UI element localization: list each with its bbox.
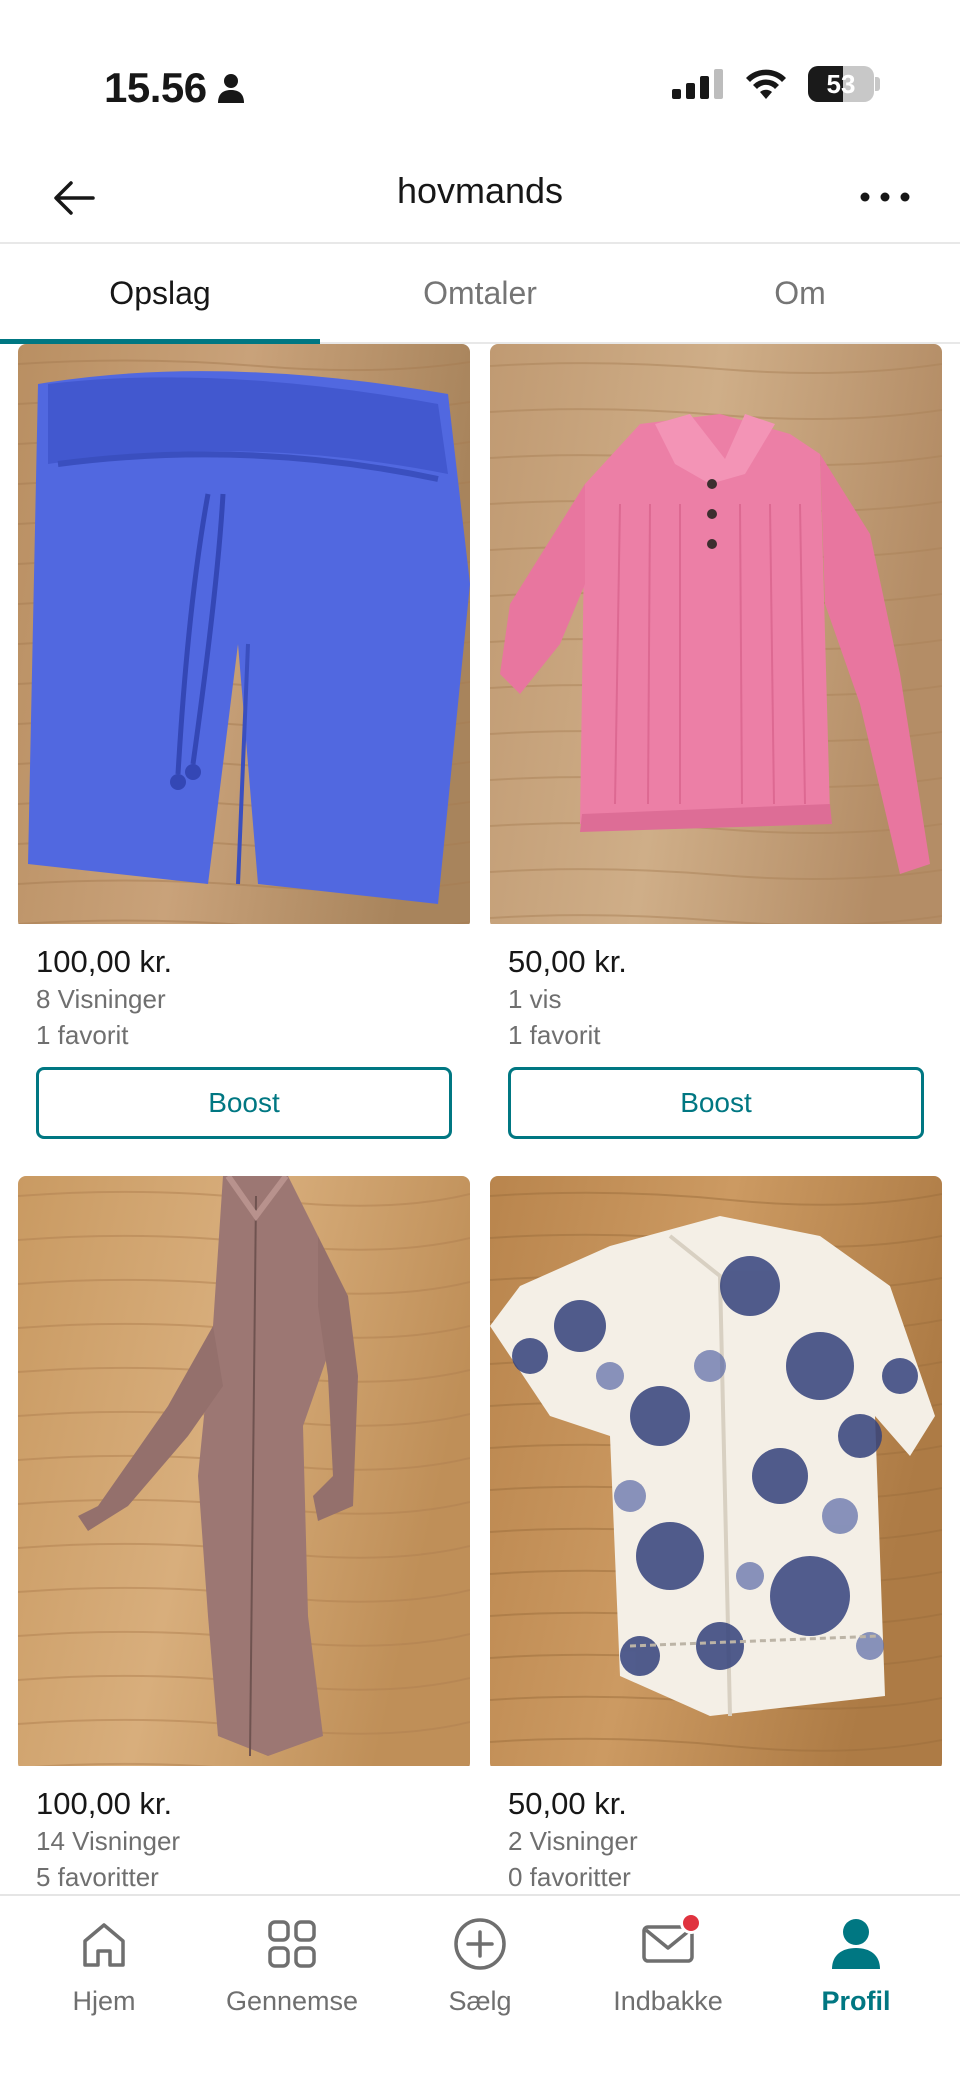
item-price: 50,00 kr. (508, 944, 627, 979)
item-favorites: 1 favorit (36, 1020, 129, 1050)
item-photo-mauve-knit-dress[interactable] (18, 1176, 470, 1771)
bottom-navigation: Hjem Gennemse Sælg Indbakke Profil (0, 1894, 960, 2085)
item-favorites: 5 favoritter (36, 1862, 159, 1892)
nav-item-hjem[interactable]: Hjem (10, 1896, 198, 2085)
nav-label: Sælg (448, 1986, 512, 2016)
page-title: hovmands (396, 170, 564, 211)
boost-button[interactable]: Boost (36, 1067, 452, 1139)
profile-tabs: Opslag Omtaler Om (0, 244, 960, 344)
status-bar: 15.56 53 (0, 0, 960, 150)
wifi-icon (746, 69, 786, 99)
home-icon (83, 1923, 125, 1967)
listing-card[interactable]: 100,00 kr. 14 Visninger 5 favoritter (18, 1176, 470, 1895)
battery-icon: 53 (808, 66, 880, 102)
person-icon (217, 74, 244, 103)
item-views: 14 Visninger (36, 1826, 181, 1856)
more-dots-icon (860, 192, 910, 202)
more-options-button[interactable] (850, 172, 920, 222)
cellular-signal-icon (672, 69, 723, 99)
nav-item-profil[interactable]: Profil (762, 1896, 950, 2085)
item-price: 100,00 kr. (36, 944, 173, 979)
listing-card[interactable]: 50,00 kr. 1 vis 1 favorit Boost (490, 344, 942, 1139)
notification-badge (680, 1912, 702, 1934)
plus-circle-icon (454, 1918, 506, 1970)
nav-label: Profil (821, 1986, 891, 2016)
item-views: 1 vis (508, 984, 562, 1014)
tab-om[interactable]: Om (640, 244, 960, 342)
item-photo-pink-knit-polo[interactable] (490, 344, 942, 929)
tab-omtaler[interactable]: Omtaler (320, 244, 640, 342)
item-price: 100,00 kr. (36, 1786, 173, 1821)
listing-card[interactable]: 50,00 kr. 2 Visninger 0 favoritter (490, 1176, 942, 1895)
profile-header: hovmands (0, 150, 960, 244)
item-views: 8 Visninger (36, 984, 166, 1014)
item-favorites: 1 favorit (508, 1020, 601, 1050)
profile-icon (832, 1919, 880, 1969)
boost-button[interactable]: Boost (508, 1067, 924, 1139)
item-photo-blue-shorts[interactable] (18, 344, 470, 929)
nav-item-gennemse[interactable]: Gennemse (198, 1896, 386, 2085)
nav-label: Gennemse (225, 1986, 359, 2016)
status-time: 15.56 (104, 64, 245, 112)
status-indicators: 53 (672, 66, 880, 102)
item-favorites: 0 favoritter (508, 1862, 631, 1892)
item-price: 50,00 kr. (508, 1786, 627, 1821)
nav-label: Hjem (72, 1986, 136, 2016)
battery-percentage: 53 (826, 69, 856, 99)
nav-item-indbakke[interactable]: Indbakke (574, 1896, 762, 2085)
listing-card[interactable]: 100,00 kr. 8 Visninger 1 favorit Boost (18, 344, 470, 1139)
nav-label: Indbakke (613, 1986, 723, 2016)
tab-opslag[interactable]: Opslag (0, 244, 320, 344)
grid-icon (268, 1920, 316, 1968)
item-views: 2 Visninger (508, 1826, 638, 1856)
nav-item-saelg[interactable]: Sælg (386, 1896, 574, 2085)
item-photo-floral-blouse[interactable] (490, 1176, 942, 1771)
